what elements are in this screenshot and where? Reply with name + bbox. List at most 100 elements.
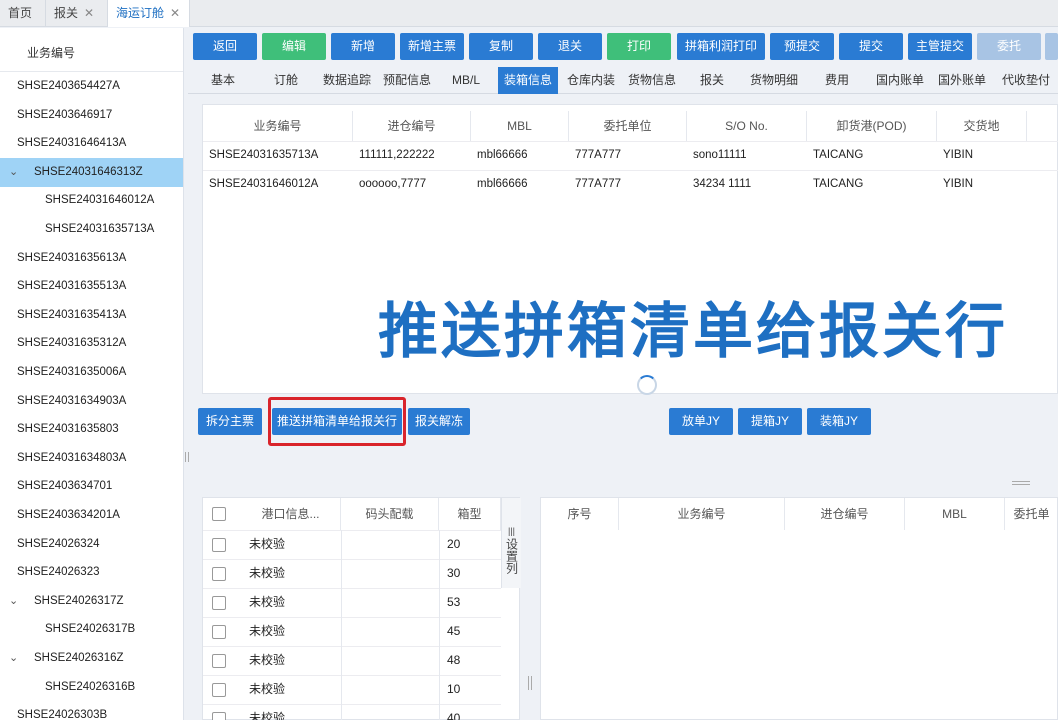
row-checkbox[interactable] [212, 625, 226, 639]
column-divider [341, 559, 342, 588]
sidebar-item[interactable]: ⌄ SHSE24026316Z [0, 644, 183, 673]
sidebar-item[interactable]: SHSE24031634803A [0, 444, 183, 473]
column-settings-button[interactable]: ||| 设置列 [501, 498, 521, 588]
tab-ocean-booking[interactable]: 海运订舱 ✕ [108, 0, 190, 27]
detail-tab[interactable]: MB/L [438, 67, 494, 94]
sidebar-item[interactable]: SHSE24031635312A [0, 329, 183, 358]
detail-tab[interactable]: 货物明细 [745, 67, 803, 94]
detail-tab[interactable]: 报关 [684, 67, 740, 94]
sidebar-item[interactable]: SHSE24031635713A [0, 215, 183, 244]
sidebar-item-label: SHSE24026303B [17, 709, 108, 720]
row-checkbox[interactable] [212, 567, 226, 581]
sidebar-item[interactable]: SHSE24031634903A [0, 387, 183, 416]
grid-resize-handle[interactable] [528, 676, 532, 690]
sidebar-item[interactable]: SHSE24026303B [0, 701, 183, 720]
sidebar-item-label: SHSE2403646917 [17, 108, 113, 121]
column-header[interactable]: 卸货港(POD) [807, 111, 937, 141]
business-number-sidebar: 业务编号 SHSE2403654427A SHSE2403646917 SHSE24… [0, 28, 184, 720]
column-header[interactable]: 码头配载 [341, 498, 439, 530]
detail-tab[interactable]: 货物信息 [624, 67, 680, 94]
row-checkbox[interactable] [212, 538, 226, 552]
toolbar-button[interactable]: 编辑 [262, 33, 326, 60]
column-header[interactable]: 箱型 [439, 498, 501, 530]
row-checkbox[interactable] [212, 654, 226, 668]
sidebar-item[interactable]: SHSE24031635613A [0, 244, 183, 273]
tab-home[interactable]: 首页 [0, 0, 46, 27]
column-header[interactable]: 业务编号 [203, 111, 353, 141]
sidebar-item[interactable]: SHSE24026317B [0, 615, 183, 644]
select-all-checkbox[interactable] [212, 507, 226, 521]
chevron-down-icon[interactable]: ⌄ [9, 587, 18, 616]
detail-tab[interactable]: 仓库内装 [563, 67, 619, 94]
customs-unfreeze-button[interactable]: 报关解冻 [408, 408, 470, 435]
release-jy-button[interactable]: 放单JY [669, 408, 733, 435]
column-header[interactable]: 业务编号 [619, 498, 785, 530]
sidebar-resize-handle[interactable] [185, 452, 189, 462]
sidebar-item[interactable]: SHSE24031635006A [0, 358, 183, 387]
toolbar-button[interactable]: 复制 [469, 33, 533, 60]
sidebar-item[interactable]: SHSE2403634201A [0, 501, 183, 530]
sidebar-item[interactable]: SHSE24026324 [0, 530, 183, 559]
pickup-container-jy-button[interactable]: 提箱JY [738, 408, 802, 435]
sidebar-item[interactable]: SHSE24031635513A [0, 272, 183, 301]
detail-tab[interactable]: 订舱 [258, 67, 314, 94]
detail-tab[interactable]: 预配信息 [380, 67, 434, 94]
detail-tab[interactable]: 装箱信息 [498, 67, 558, 94]
tab-customs[interactable]: 报关 ✕ [46, 0, 108, 27]
row-checkbox[interactable] [212, 712, 226, 720]
detail-tab[interactable]: 代收垫付 [997, 67, 1055, 94]
toolbar-button[interactable]: 预提交 [770, 33, 834, 60]
sidebar-item-label: SHSE24031646313Z [34, 165, 143, 178]
detail-tab[interactable]: 基本 [194, 67, 252, 94]
column-header[interactable]: 交货地 [937, 111, 1027, 141]
sidebar-item[interactable]: SHSE2403646917 [0, 101, 183, 130]
toolbar-button[interactable]: 打印 [607, 33, 671, 60]
column-header[interactable]: 进仓编号 [785, 498, 905, 530]
column-header[interactable]: MBL [471, 111, 569, 141]
toolbar-button[interactable]: 提交 [839, 33, 903, 60]
sidebar-item[interactable]: SHSE2403634701 [0, 472, 183, 501]
sidebar-item[interactable]: SHSE2403654427A [0, 72, 183, 101]
row-checkbox[interactable] [212, 683, 226, 697]
close-icon[interactable]: ✕ [170, 6, 180, 20]
column-header[interactable]: 委托单 [1005, 498, 1058, 530]
table-cell: SHSE24031635713A [209, 149, 319, 161]
stuffing-jy-button[interactable]: 装箱JY [807, 408, 871, 435]
sidebar-item-label: SHSE2403654427A [17, 80, 120, 92]
toolbar-button[interactable]: 委托 [977, 33, 1041, 60]
detail-tab[interactable]: 费用 [809, 67, 865, 94]
toolbar-button[interactable]: 拼箱利润打印 [677, 33, 765, 60]
close-icon[interactable]: ✕ [84, 6, 94, 20]
column-header[interactable]: MBL [905, 498, 1005, 530]
columns-icon: ||| [507, 526, 515, 536]
toolbar-overflow-button[interactable] [1045, 33, 1058, 60]
column-header[interactable]: 进仓编号 [353, 111, 471, 141]
toolbar-button[interactable]: 退关 [538, 33, 602, 60]
sidebar-item-label: SHSE24031635413A [17, 308, 127, 321]
row-checkbox[interactable] [212, 596, 226, 610]
sidebar-item-label: SHSE24031635312A [17, 337, 127, 350]
panel-resize-handle[interactable] [1012, 481, 1030, 485]
chevron-down-icon[interactable]: ⌄ [9, 158, 18, 187]
sidebar-item[interactable]: SHSE24026316B [0, 673, 183, 702]
column-header[interactable]: 序号 [541, 498, 619, 530]
detail-tab[interactable]: 国内账单 [871, 67, 929, 94]
column-header[interactable]: S/O No. [687, 111, 807, 141]
toolbar-button[interactable]: 返回 [193, 33, 257, 60]
toolbar-button[interactable]: 新增 [331, 33, 395, 60]
chevron-down-icon[interactable]: ⌄ [9, 644, 18, 673]
detail-tab[interactable]: 国外账单 [933, 67, 991, 94]
split-master-button[interactable]: 拆分主票 [198, 408, 262, 435]
sidebar-item[interactable]: SHSE24031635413A [0, 301, 183, 330]
sidebar-item[interactable]: SHSE24031646413A [0, 129, 183, 158]
sidebar-item[interactable]: SHSE24031646012A [0, 186, 183, 215]
column-header[interactable]: 委托单位 [569, 111, 687, 141]
sidebar-item[interactable]: ⌄ SHSE24026317Z [0, 587, 183, 616]
sidebar-item[interactable]: SHSE24031635803 [0, 415, 183, 444]
sidebar-item[interactable]: SHSE24026323 [0, 558, 183, 587]
toolbar-button[interactable]: 主管提交 [908, 33, 972, 60]
toolbar-button[interactable]: 新增主票 [400, 33, 464, 60]
sidebar-item[interactable]: ⌄ SHSE24031646313Z [0, 157, 183, 187]
detail-tab[interactable]: 数据追踪 [318, 67, 376, 94]
column-header[interactable]: 港口信息... [241, 498, 341, 530]
